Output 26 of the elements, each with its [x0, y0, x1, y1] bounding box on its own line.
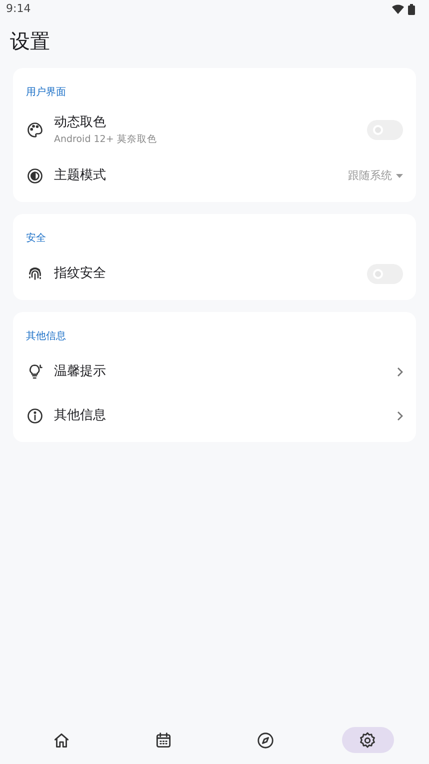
- page-title: 设置: [9, 28, 51, 55]
- fingerprint-icon: [26, 265, 44, 283]
- chevron-right-icon[interactable]: [397, 411, 403, 421]
- info-icon: [26, 407, 44, 425]
- setting-label: 指纹安全: [54, 265, 107, 284]
- theme-dropdown[interactable]: 跟随系统: [348, 168, 403, 184]
- setting-label: 其他信息: [54, 407, 107, 426]
- status-time: 9:14: [6, 0, 31, 17]
- nav-tab[interactable]: [342, 727, 394, 753]
- setting-label: 主题模式: [54, 167, 107, 186]
- calendar-icon: [154, 730, 173, 750]
- home-icon: [52, 730, 71, 750]
- section-header: 用户界面: [26, 86, 66, 100]
- setting-label: 温馨提示: [54, 363, 107, 382]
- battery-icon: [408, 4, 415, 14]
- setting-label: 动态取色: [54, 114, 107, 132]
- chevron-right-icon[interactable]: [397, 367, 403, 377]
- wifi-icon: [392, 4, 404, 14]
- section-header: 其他信息: [26, 330, 66, 344]
- settings-icon: [358, 730, 378, 750]
- palette-icon: [26, 121, 44, 139]
- contrast-icon: [26, 167, 44, 185]
- setting-subtitle: Android 12+ 莫奈取色: [54, 132, 158, 147]
- section-header: 安全: [26, 232, 46, 246]
- caret-icon: [396, 174, 403, 178]
- compass-icon: [256, 730, 276, 750]
